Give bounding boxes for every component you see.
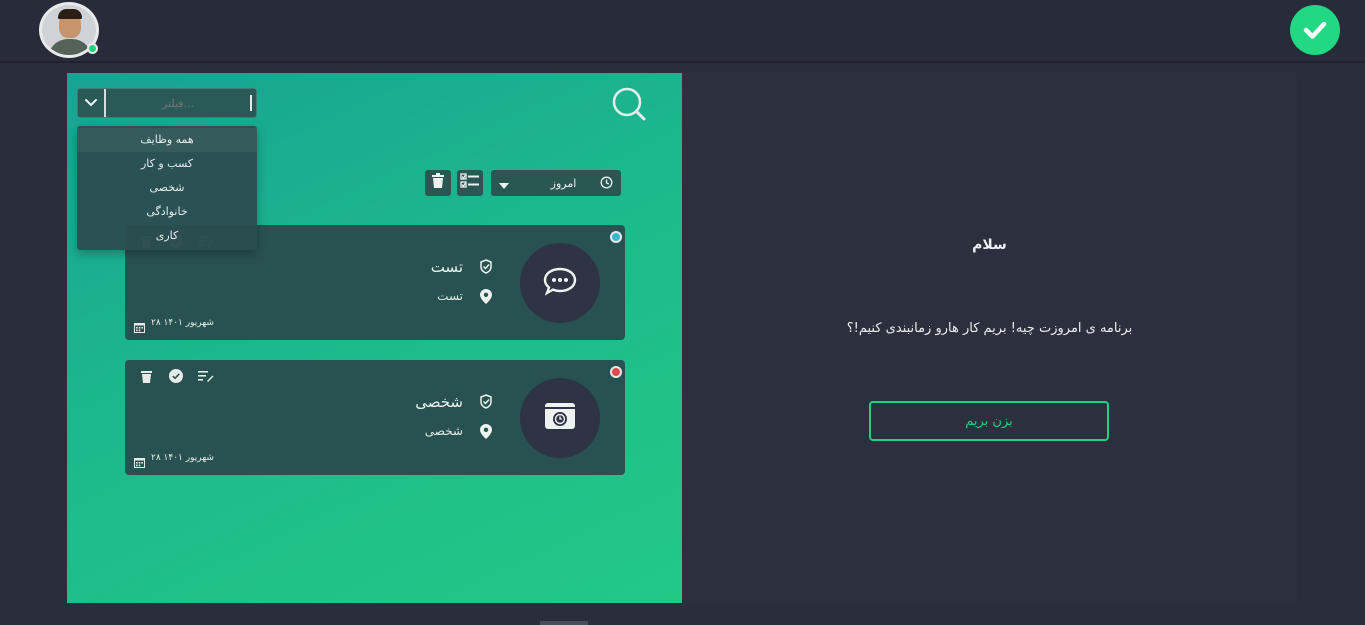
filter-option-family[interactable]: خانوادگی [77,200,257,224]
task-image [520,378,600,458]
chat-bubble-icon [543,266,577,300]
complete-check-icon[interactable] [167,369,185,383]
avatar-shirt [48,39,92,55]
task-category: شخصی [424,424,463,438]
task-date: ۲۸ شهریور ۱۴۰۱ [151,453,214,463]
date-range-select[interactable]: امروز [491,170,621,196]
location-pin-icon [480,424,492,443]
greeting-heading: سلام [972,237,1007,253]
check-badge-icon[interactable] [1290,5,1340,55]
checklist-icon [460,173,480,193]
trash-icon [431,173,445,193]
task-title: شخصی [415,393,463,411]
bottom-resize-handle[interactable] [540,621,588,625]
search-icon[interactable] [611,86,647,122]
task-image [520,243,600,323]
calendar-icon [134,453,145,472]
date-select-label: امروز [550,176,577,190]
task-badge-icon [479,259,493,278]
text-caret [250,95,252,111]
filter-option-work[interactable]: کاری [77,224,257,248]
online-status-dot [87,43,98,54]
filter-option-business[interactable]: کسب و کار [77,152,257,176]
clock-icon [600,174,613,193]
location-pin-icon [480,289,492,308]
filter-combobox[interactable] [77,88,257,118]
welcome-panel: سلام برنامه ی امروزت چیه! بریم کار هارو … [682,73,1297,603]
task-card[interactable]: شخصی شخصی ۲۸ شهریور ۱۴۰۱ [125,360,625,475]
filter-input[interactable] [108,92,248,114]
top-bar [0,0,1365,63]
photo-album-icon [544,402,576,434]
status-dot [610,231,622,243]
edit-icon[interactable] [197,369,215,383]
dropdown-arrow-icon [499,174,509,193]
delete-all-button[interactable] [425,170,451,196]
filter-option-personal[interactable]: شخصی [77,176,257,200]
task-actions [137,369,215,383]
task-list-button[interactable] [457,170,483,196]
filter-dropdown: همه وظایف کسب و کار شخصی خانوادگی کاری [77,126,257,250]
task-title: تست [430,258,463,276]
task-badge-icon [479,394,493,413]
status-dot [610,366,622,378]
task-category: تست [437,289,463,303]
avatar-hair [58,9,82,19]
tasks-panel: همه وظایف کسب و کار شخصی خانوادگی کاری ا… [67,73,682,603]
start-planning-button[interactable]: بزن بریم [869,401,1109,441]
task-date: ۲۸ شهریور ۱۴۰۱ [151,318,214,328]
welcome-message: برنامه ی امروزت چیه! بریم کار هارو زمانب… [846,321,1133,336]
trash-icon[interactable] [137,369,155,383]
filter-option-all[interactable]: همه وظایف [77,128,257,152]
calendar-icon [134,318,145,337]
chevron-down-icon[interactable] [78,89,106,117]
